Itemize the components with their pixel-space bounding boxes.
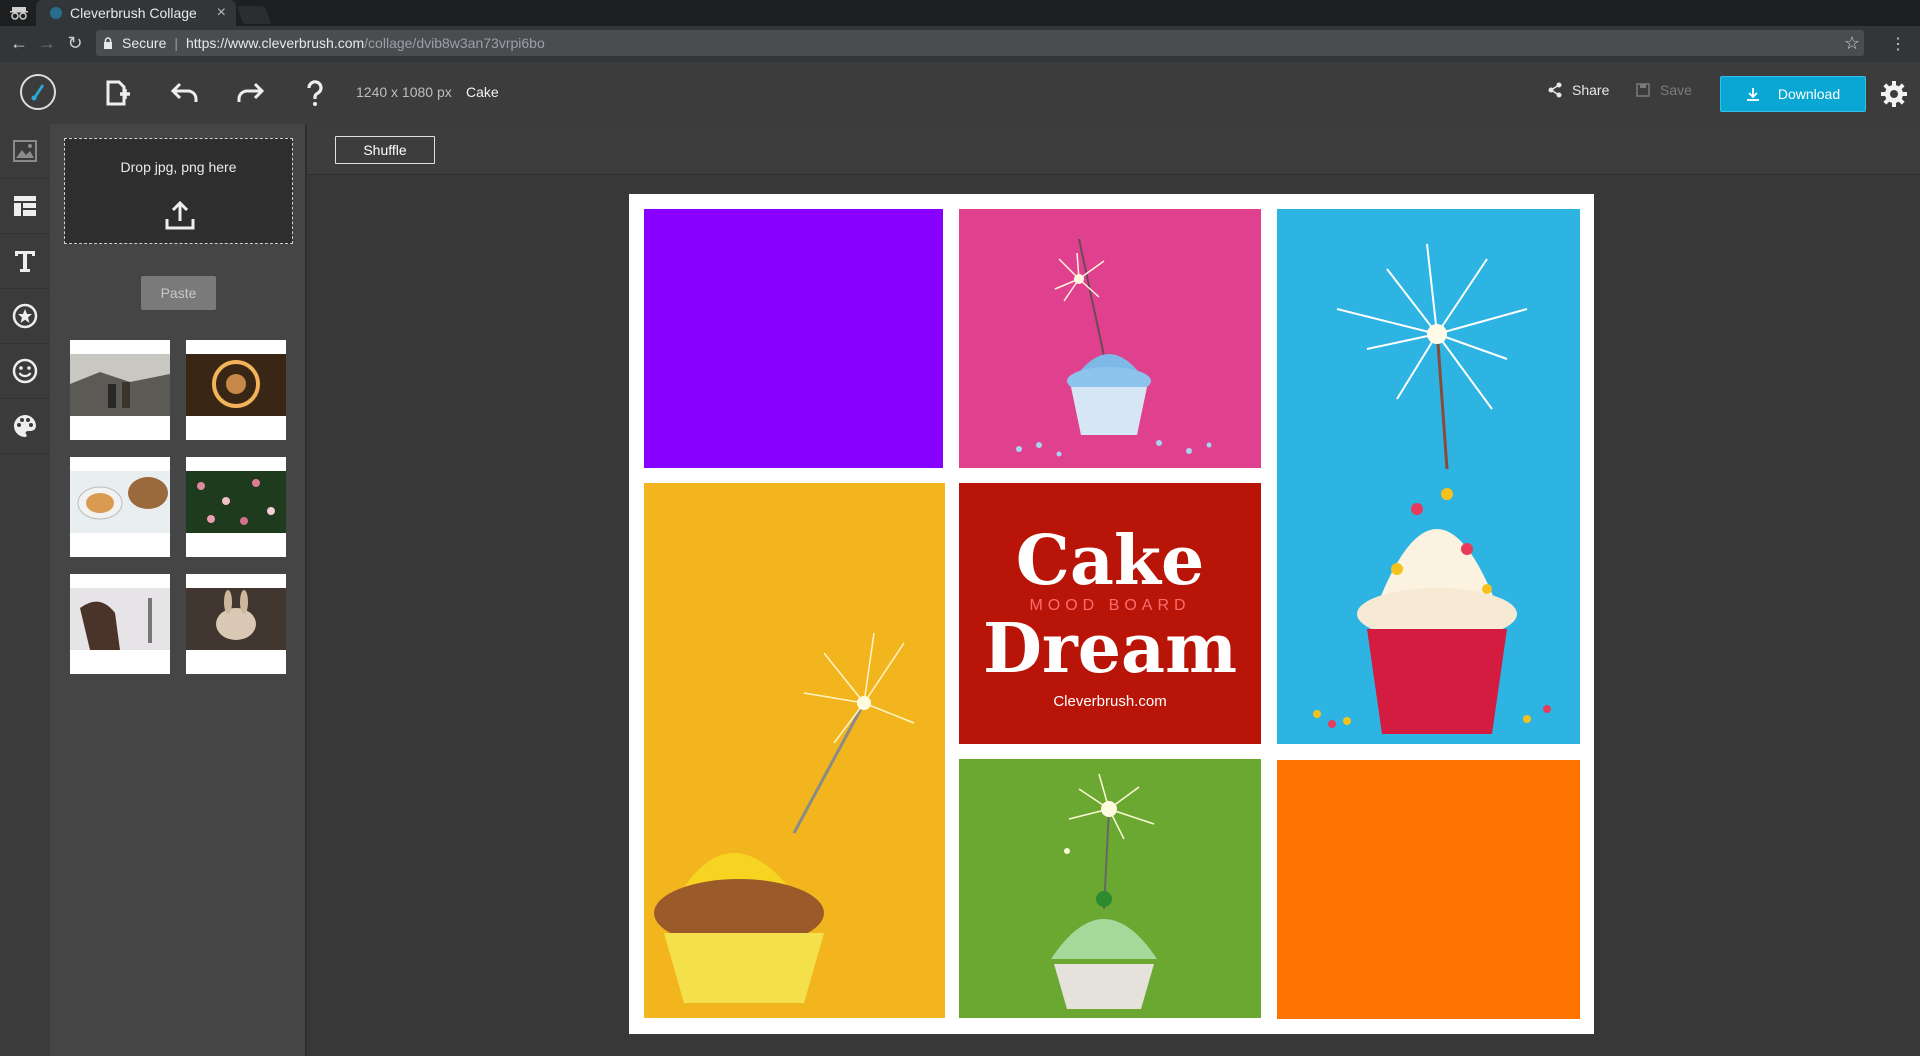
paste-button[interactable]: Paste	[141, 276, 216, 310]
url-separator: |	[174, 35, 178, 51]
incognito-icon	[10, 7, 28, 20]
save-button[interactable]: Save	[1636, 82, 1692, 98]
new-document-icon[interactable]	[102, 78, 132, 108]
save-icon	[1636, 83, 1650, 97]
collage-cell-blue-cupcake[interactable]	[1277, 209, 1580, 744]
help-icon[interactable]	[300, 78, 330, 108]
green-cupcake-image-icon	[959, 759, 1261, 1018]
image-drop-zone[interactable]: Drop jpg, png here	[64, 138, 293, 244]
browser-tab-bar: Cleverbrush Collage ×	[0, 0, 1920, 26]
thumbnail-4[interactable]	[186, 457, 286, 557]
collage-title-line2: Dream	[982, 609, 1238, 689]
people-outdoors-thumbnail-icon	[70, 354, 170, 416]
rail-item-stickers[interactable]	[0, 289, 50, 344]
share-button[interactable]: Share	[1548, 82, 1609, 98]
url-host: https://www.cleverbrush.com	[186, 35, 365, 51]
thumbnail-5[interactable]	[70, 574, 170, 674]
image-icon	[13, 140, 37, 162]
collage-title-line1: Cake	[1015, 521, 1205, 601]
rail-item-colors[interactable]	[0, 399, 50, 454]
bookmark-star-icon[interactable]: ☆	[1844, 33, 1860, 54]
download-button[interactable]: Download	[1720, 76, 1866, 112]
thumbnail-2[interactable]	[186, 340, 286, 440]
rail-item-images[interactable]	[0, 124, 50, 179]
collage-cell-pink-cupcake[interactable]	[959, 209, 1261, 468]
rabbit-thumbnail-icon	[186, 588, 286, 650]
secure-label: Secure	[122, 35, 167, 51]
collage-cell-purple[interactable]	[644, 209, 943, 468]
undo-icon[interactable]	[170, 78, 200, 108]
workspace-toolbar: Shuffle	[307, 124, 1920, 175]
palette-icon	[14, 415, 36, 437]
rail-item-layouts[interactable]	[0, 179, 50, 234]
collage-cell-yellow-cupcake[interactable]	[644, 483, 945, 1018]
save-label: Save	[1660, 82, 1692, 98]
browser-tab[interactable]: Cleverbrush Collage ×	[36, 0, 236, 26]
download-label: Download	[1777, 86, 1841, 102]
reload-icon[interactable]: ↻	[64, 32, 86, 54]
url-field[interactable]: Secure | https://www.cleverbrush.com /co…	[96, 30, 1864, 56]
text-icon	[15, 251, 35, 272]
new-tab-button[interactable]	[236, 6, 272, 24]
flowers-thumbnail-icon	[186, 471, 286, 533]
yellow-cupcake-image-icon	[644, 483, 945, 1018]
url-path: /collage/dvib8w3an73vrpi6bo	[364, 35, 545, 51]
woman-lights-thumbnail-icon	[186, 354, 286, 416]
collage-website: Cleverbrush.com	[1053, 693, 1167, 710]
rail-item-emoji[interactable]	[0, 344, 50, 399]
collage-cell-title[interactable]: Cake MOOD BOARD Dream Cleverbrush.com	[959, 483, 1261, 744]
rail-item-text[interactable]	[0, 234, 50, 289]
browser-menu-icon[interactable]: ⋮	[1890, 34, 1906, 54]
thumbnail-1[interactable]	[70, 340, 170, 440]
left-tool-rail	[0, 124, 51, 1056]
shuffle-button[interactable]: Shuffle	[335, 136, 435, 164]
pink-cupcake-image-icon	[959, 209, 1261, 468]
tab-close-icon[interactable]: ×	[217, 4, 226, 22]
forward-icon[interactable]: →	[36, 32, 58, 54]
food-table-thumbnail-icon	[70, 471, 170, 533]
canvas-dimensions: 1240 x 1080 px	[356, 84, 452, 100]
address-bar-row: ← → ↻ Secure | https://www.cleverbrush.c…	[0, 26, 1920, 62]
document-name[interactable]: Cake	[466, 84, 499, 100]
brush-logo-icon	[31, 84, 44, 101]
image-panel: Drop jpg, png here Paste	[50, 124, 307, 1056]
thumbnail-3[interactable]	[70, 457, 170, 557]
settings-gear-icon[interactable]	[1880, 80, 1908, 108]
smiley-icon	[12, 358, 38, 384]
lock-icon	[104, 37, 112, 49]
share-label: Share	[1572, 82, 1610, 98]
collage-canvas[interactable]: Cake MOOD BOARD Dream Cleverbrush.com	[629, 194, 1594, 1034]
layout-icon	[14, 196, 36, 216]
collage-cell-green-cupcake[interactable]	[959, 759, 1261, 1018]
thumbnail-6[interactable]	[186, 574, 286, 674]
share-icon	[1548, 82, 1562, 98]
download-icon	[1746, 88, 1759, 101]
cleverbrush-logo[interactable]	[20, 74, 56, 110]
redo-icon[interactable]	[235, 78, 265, 108]
woman-hair-thumbnail-icon	[70, 588, 170, 650]
back-icon[interactable]: ←	[8, 32, 30, 54]
star-badge-icon	[12, 303, 38, 329]
drop-zone-text: Drop jpg, png here	[120, 159, 237, 175]
tab-title: Cleverbrush Collage	[70, 5, 197, 21]
app-toolbar: 1240 x 1080 px Cake Share Save Download	[0, 62, 1920, 126]
collage-cell-orange[interactable]	[1277, 760, 1580, 1019]
upload-icon	[165, 200, 195, 230]
blue-cupcake-image-icon	[1277, 209, 1580, 744]
favicon-icon	[50, 7, 62, 19]
